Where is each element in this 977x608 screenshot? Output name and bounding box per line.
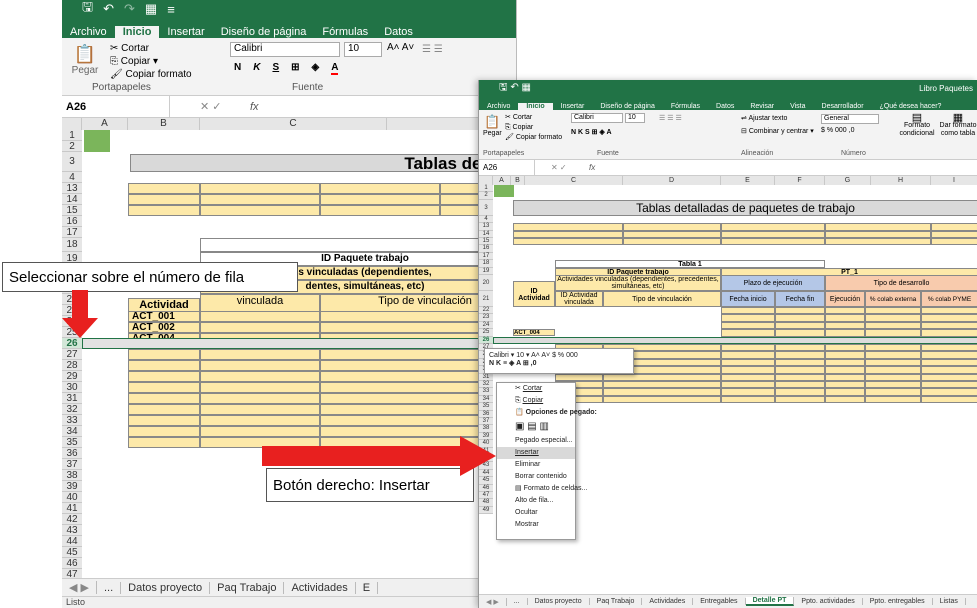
annotation-arrows — [62, 290, 496, 476]
arrow-right — [262, 436, 496, 476]
arrow-down — [62, 290, 98, 338]
